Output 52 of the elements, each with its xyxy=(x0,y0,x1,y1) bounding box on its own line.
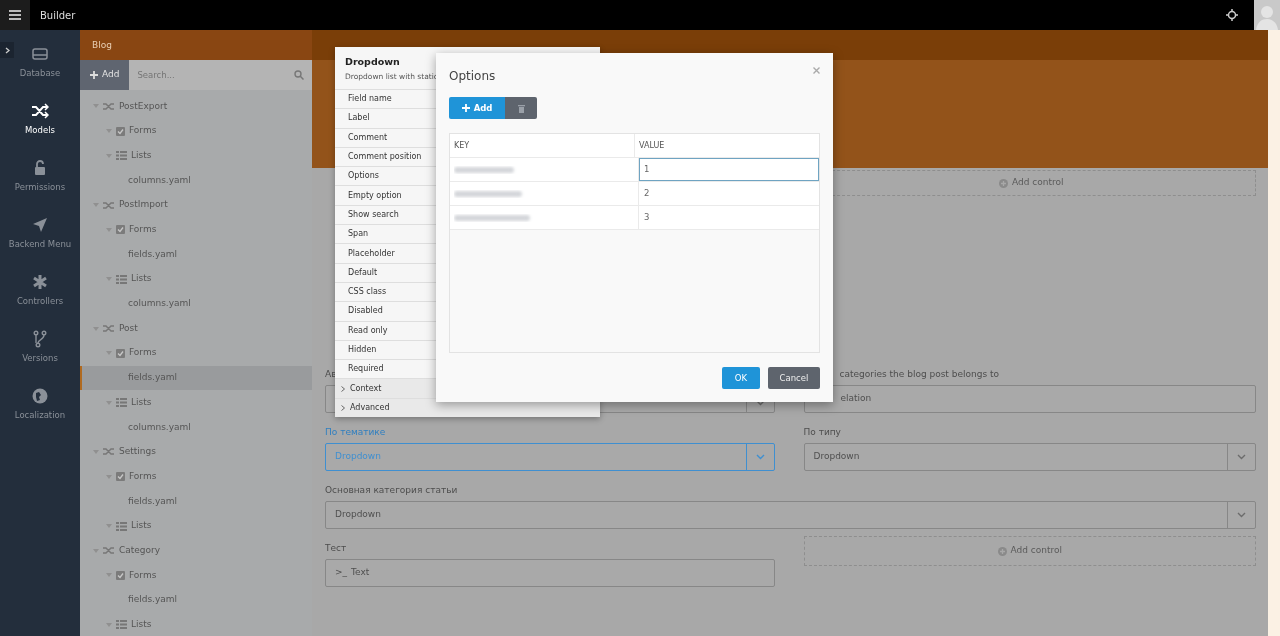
field-label: Тест xyxy=(325,543,347,553)
tree-item[interactable]: columns.yaml xyxy=(80,168,312,193)
value-cell[interactable]: 1 xyxy=(639,158,819,181)
tree-item[interactable]: Forms xyxy=(80,217,312,243)
tree-item[interactable]: Forms xyxy=(80,118,312,144)
app-title: Builder xyxy=(40,8,76,23)
sidebar-item[interactable]: Models xyxy=(0,91,80,148)
tree-item[interactable]: PostExport xyxy=(80,94,312,119)
dropdown-field[interactable]: Dropdown xyxy=(803,443,1256,471)
sidebar-item[interactable]: Versions xyxy=(0,319,80,376)
popup-title: Dropdown xyxy=(345,55,400,69)
tree-item[interactable]: PostImport xyxy=(80,192,312,218)
sidebar-item[interactable]: Controllers xyxy=(0,262,80,319)
tree-item[interactable]: fields.yaml xyxy=(80,365,312,391)
sidebar-item[interactable]: Localization xyxy=(0,376,80,433)
search-field[interactable]: Search... xyxy=(129,60,312,90)
add-button[interactable]: Add xyxy=(449,97,505,119)
text-field[interactable]: >_ Text xyxy=(325,559,775,587)
sidebar-item[interactable]: Permissions xyxy=(0,148,80,205)
tree-item[interactable]: fields.yaml xyxy=(80,489,312,514)
tree-item[interactable]: Forms xyxy=(80,340,312,366)
sidebar-item[interactable]: Backend Menu xyxy=(0,205,80,262)
tree-item[interactable]: Lists xyxy=(80,390,312,415)
tree-item[interactable]: Lists xyxy=(80,143,312,169)
text-field[interactable]: elation xyxy=(803,385,1256,413)
column-header: KEY xyxy=(454,139,470,152)
tree-item[interactable]: fields.yaml xyxy=(80,242,312,267)
column-header: VALUE xyxy=(639,139,665,152)
field-label: Основная категория статьи xyxy=(325,485,458,495)
tree-item[interactable]: Settings xyxy=(80,439,312,465)
dropdown-field[interactable]: Dropdown xyxy=(325,501,1256,529)
tree-item[interactable]: Lists xyxy=(80,612,312,636)
ok-button[interactable]: OK xyxy=(722,367,760,389)
sidebar-item[interactable]: Database xyxy=(0,34,80,91)
panel-title: Blog xyxy=(80,30,312,60)
field-label: categories the blog post belongs to xyxy=(839,369,1000,379)
cancel-button[interactable]: Cancel xyxy=(768,367,820,389)
tree-item[interactable]: fields.yaml xyxy=(80,587,312,613)
tree-item[interactable]: Lists xyxy=(80,266,312,292)
add-control-button[interactable]: Add control xyxy=(803,536,1256,566)
dialog-title: Options xyxy=(449,68,496,85)
tree-item[interactable]: columns.yaml xyxy=(80,291,312,317)
tree-item[interactable]: Forms xyxy=(80,464,312,489)
tree-item[interactable]: Forms xyxy=(80,563,312,588)
tree-item[interactable]: Category xyxy=(80,538,312,564)
tree-item[interactable]: Lists xyxy=(80,513,312,539)
add-button[interactable]: Add xyxy=(80,60,130,90)
field-label: По типу xyxy=(803,427,841,437)
field-label: По тематике xyxy=(325,427,386,437)
prompt-icon: >_ xyxy=(335,566,348,580)
tree-item[interactable]: columns.yaml xyxy=(80,414,312,440)
tree-item[interactable]: Post xyxy=(80,316,312,341)
